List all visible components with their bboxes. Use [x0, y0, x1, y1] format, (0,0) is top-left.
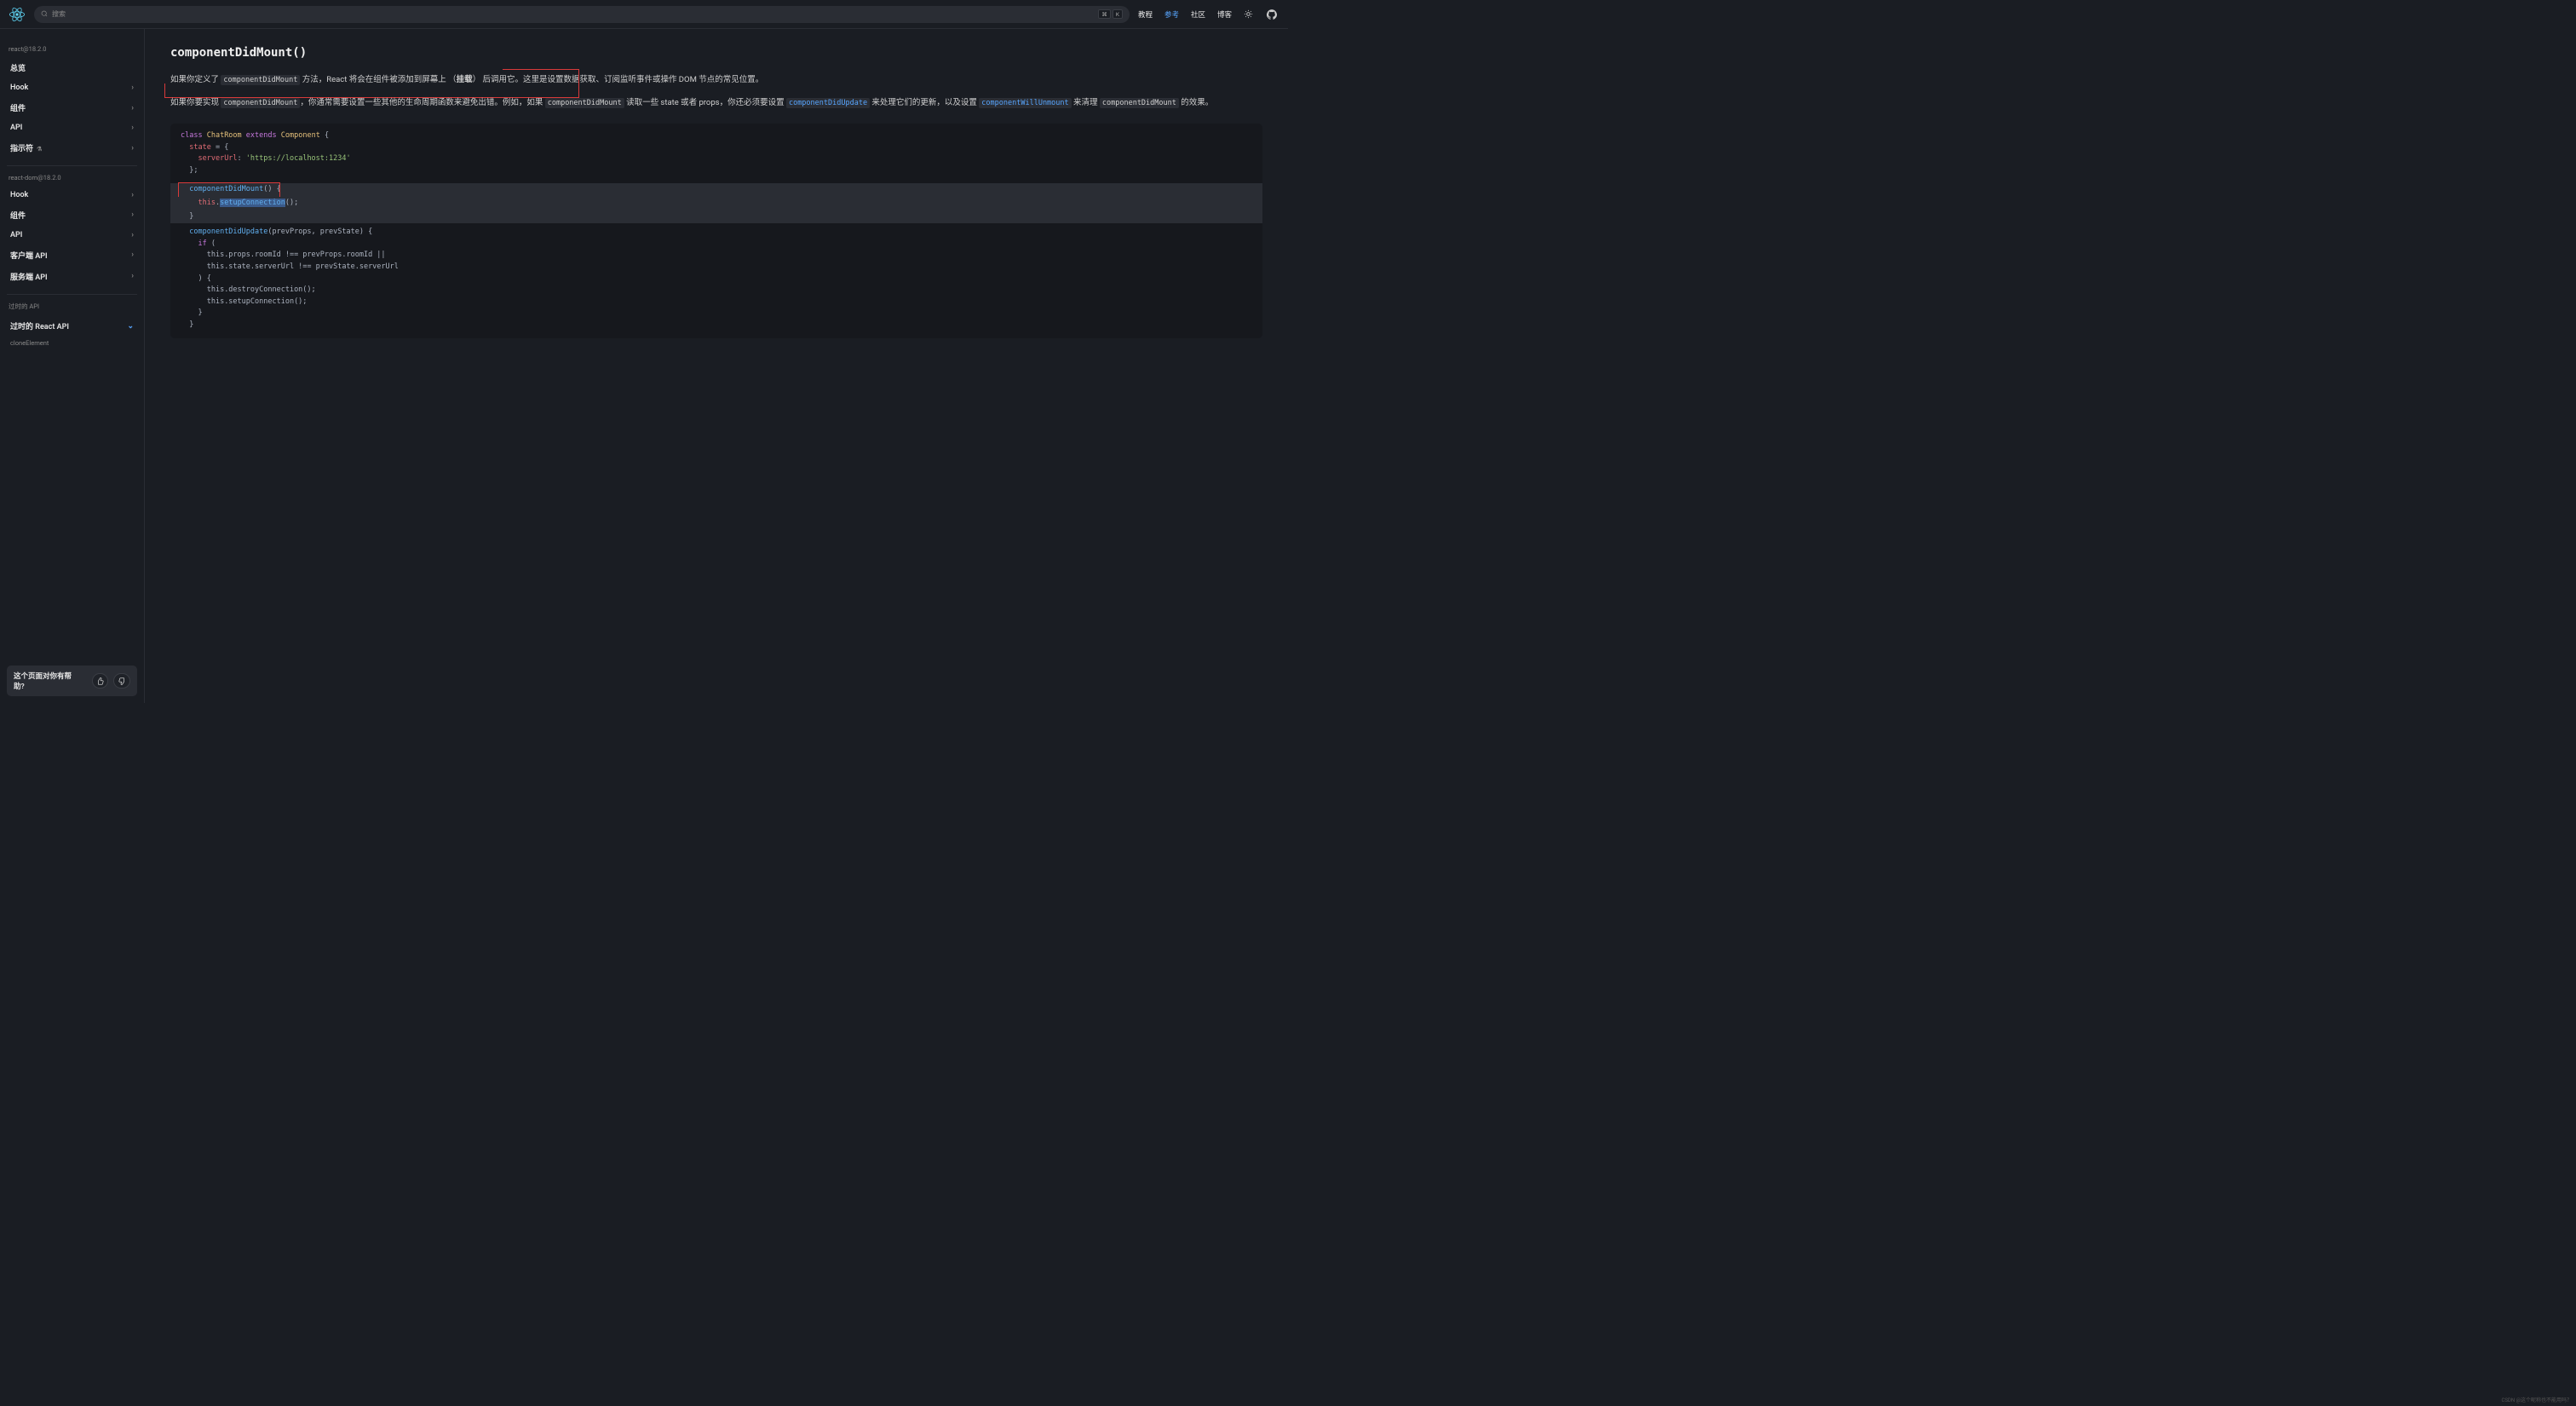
main-content: componentDidMount() 如果你定义了 componentDidM…: [145, 29, 1288, 703]
paragraph-2: 如果你要实现 componentDidMount，你通常需要设置一些其他的生命周…: [170, 95, 1262, 111]
sidebar-item-server-api[interactable]: 服务端 API›: [7, 266, 137, 287]
flask-icon: ⚗: [37, 146, 42, 153]
sidebar-item-dom-components[interactable]: 组件›: [7, 205, 137, 226]
nav-community[interactable]: 社区: [1191, 9, 1205, 20]
search-shortcut: ⌘K: [1098, 9, 1123, 19]
sidebar-item-dom-api[interactable]: API›: [7, 226, 137, 245]
thumbs-up-button[interactable]: [92, 673, 109, 689]
theme-toggle-icon[interactable]: [1240, 7, 1256, 22]
sidebar-item-directives[interactable]: 指示符⚗›: [7, 137, 137, 158]
sidebar-item-overview[interactable]: 总览: [7, 57, 137, 78]
link-componentwillunmount[interactable]: componentWillUnmount: [979, 98, 1071, 108]
link-componentdidupdate[interactable]: componentDidUpdate: [786, 98, 870, 108]
chevron-down-icon: ⌄: [127, 322, 134, 331]
nav-blog[interactable]: 博客: [1217, 9, 1232, 20]
sidebar-item-dom-hook[interactable]: Hook›: [7, 186, 137, 205]
nav-reference[interactable]: 参考: [1164, 9, 1179, 20]
code-example: class ChatRoom extends Component { state…: [170, 124, 1262, 338]
nav-tutorial[interactable]: 教程: [1138, 9, 1153, 20]
paragraph-1: 如果你定义了 componentDidMount 方法，React 将会在组件被…: [170, 72, 1262, 88]
chevron-right-icon: ›: [131, 210, 134, 219]
search-input[interactable]: 搜索 ⌘K: [34, 6, 1130, 23]
sidebar-item-client-api[interactable]: 客户端 API›: [7, 245, 137, 266]
sidebar-item-components[interactable]: 组件›: [7, 97, 137, 118]
sidebar-subitem-cloneelement[interactable]: cloneElement: [7, 339, 137, 347]
sidebar-section-reactdom: react-dom@18.2.0: [9, 174, 137, 182]
sidebar-item-hook[interactable]: Hook›: [7, 78, 137, 97]
feedback-bar: 这个页面对你有帮助?: [7, 666, 137, 696]
chevron-right-icon: ›: [131, 124, 134, 132]
search-placeholder: 搜索: [52, 9, 1094, 19]
section-heading: componentDidMount(): [170, 46, 1262, 60]
search-icon: [41, 10, 48, 19]
chevron-right-icon: ›: [131, 144, 134, 153]
sidebar-section-react: react@18.2.0: [9, 45, 137, 53]
feedback-text: 这个页面对你有帮助?: [14, 671, 82, 691]
chevron-right-icon: ›: [131, 231, 134, 239]
react-logo[interactable]: [9, 6, 26, 23]
watermark: CSDN @这个昵称也不能用吗？: [2501, 1396, 2572, 1403]
chevron-right-icon: ›: [131, 191, 134, 199]
chevron-right-icon: ›: [131, 272, 134, 280]
sidebar: react@18.2.0 总览 Hook› 组件› API› 指示符⚗› rea…: [0, 29, 145, 703]
thumbs-down-button[interactable]: [113, 673, 130, 689]
chevron-right-icon: ›: [131, 104, 134, 112]
sidebar-section-legacy: 过时的 API: [9, 302, 137, 311]
sidebar-item-legacy-react-api[interactable]: 过时的 React API⌄: [7, 315, 137, 337]
sidebar-item-api[interactable]: API›: [7, 118, 137, 137]
github-icon[interactable]: [1264, 7, 1279, 22]
chevron-right-icon: ›: [131, 84, 134, 92]
chevron-right-icon: ›: [131, 251, 134, 259]
